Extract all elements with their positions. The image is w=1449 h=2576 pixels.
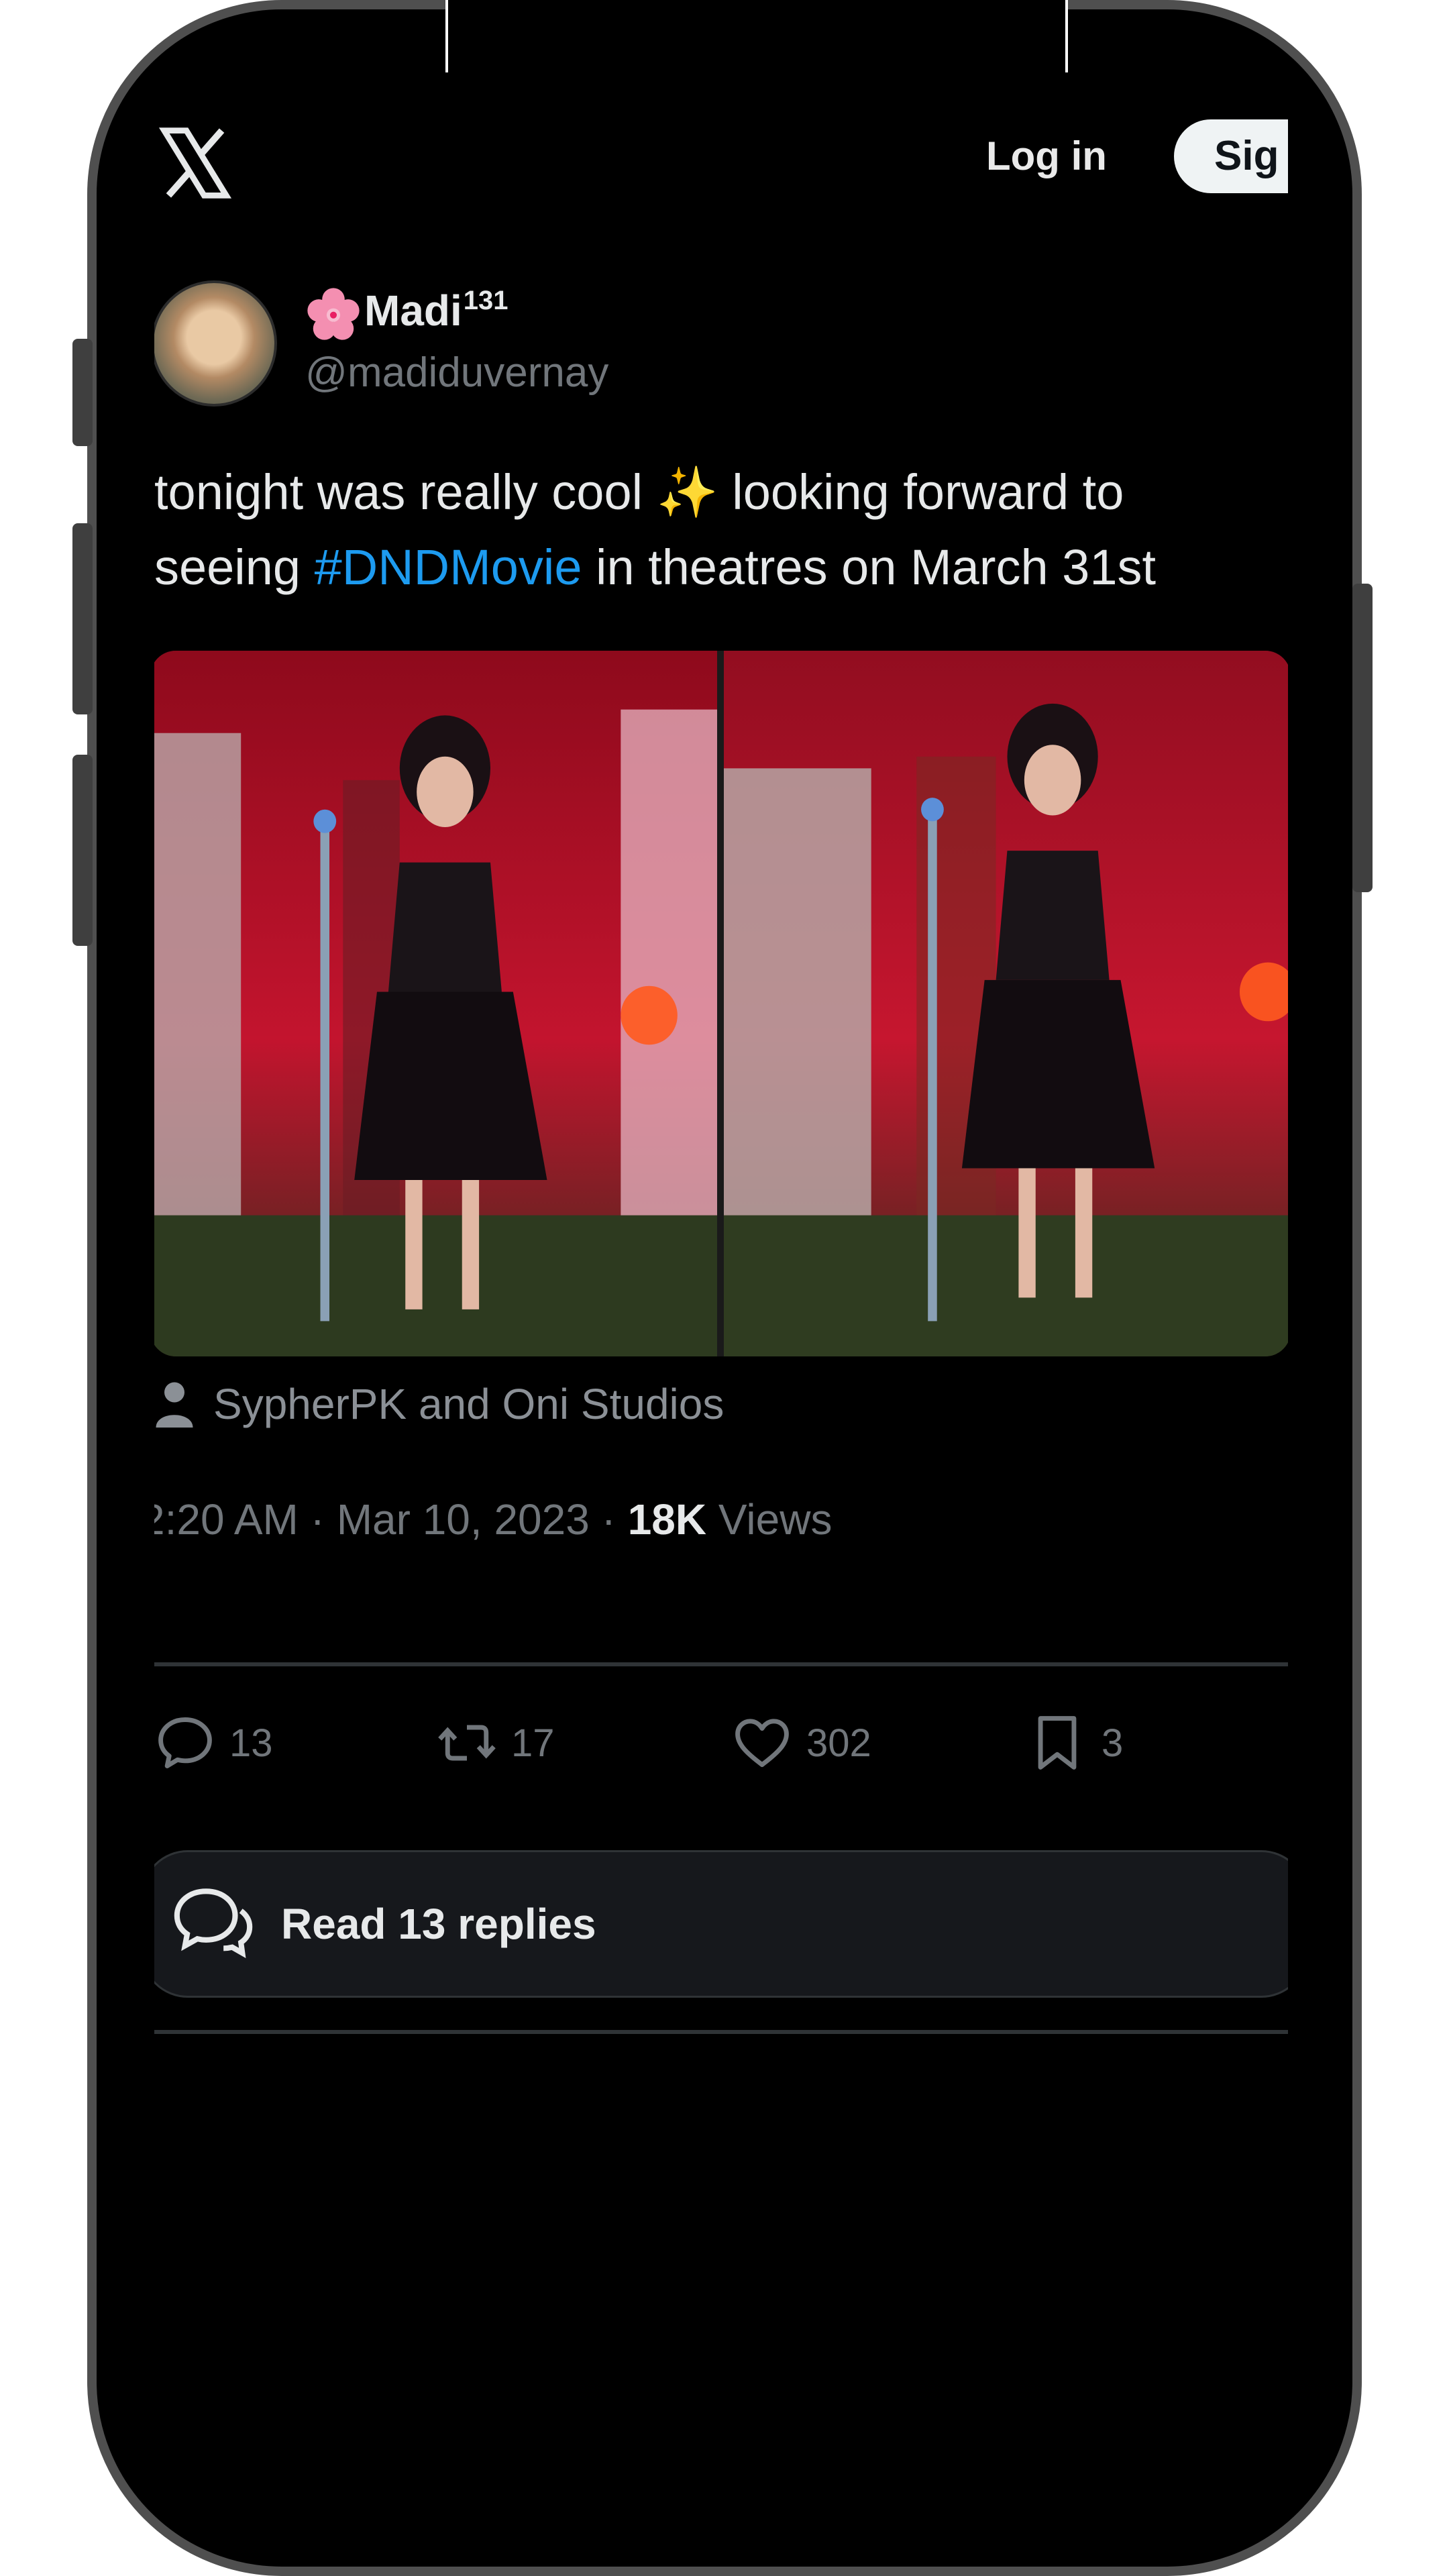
divider [154, 2030, 1288, 2034]
hashtag-link[interactable]: #DNDMovie [315, 539, 582, 595]
power-button [1352, 584, 1373, 892]
tweet-text-fragment: tonight was really cool [154, 464, 657, 520]
sparkles-icon: ✨ [656, 464, 718, 520]
retweet-count: 17 [511, 1721, 555, 1765]
cherry-blossom-icon [307, 288, 360, 340]
retweet-icon [438, 1725, 496, 1761]
silent-switch [72, 339, 93, 446]
person-icon [156, 1382, 193, 1428]
tweet-text-fragment: looking forward to [718, 464, 1124, 520]
views-label: Views [718, 1495, 833, 1544]
bookmark-count: 3 [1102, 1721, 1124, 1765]
like-button[interactable]: 302 [731, 1712, 871, 1774]
author-display-name: Madi [364, 286, 462, 335]
divider [154, 1662, 1288, 1666]
retweet-button[interactable]: 17 [436, 1712, 555, 1774]
signup-button[interactable]: Sig [1174, 119, 1288, 193]
volume-up-button [72, 523, 93, 714]
tweet-text-fragment: seeing [154, 539, 315, 595]
reply-button[interactable]: 13 [154, 1712, 273, 1774]
reply-bubbles-icon [174, 1888, 253, 1958]
volume-down-button [72, 755, 93, 946]
read-replies-label: Read 13 replies [281, 1900, 596, 1948]
app-screen: Log in Sig Madi 131 @madiduvernay tonigh… [154, 72, 1288, 2454]
meta-separator: · [310, 1495, 325, 1544]
meta-separator: · [601, 1495, 616, 1544]
avatar[interactable] [154, 280, 277, 407]
tweet-text-line-2: seeing #DNDMovie in theatres on March 31… [154, 530, 1288, 605]
tweet-photo-2[interactable] [724, 651, 1288, 1356]
tweet-actions: 13 17 302 3 [154, 1703, 1288, 1783]
tweet-time[interactable]: 2:20 AM [154, 1495, 299, 1544]
reply-icon [158, 1717, 212, 1768]
bookmark-button[interactable]: 3 [1026, 1712, 1123, 1774]
read-replies-button[interactable]: Read 13 replies [154, 1850, 1288, 1998]
tweet-date[interactable]: Mar 10, 2023 [337, 1495, 590, 1544]
tweet-photo-1[interactable] [154, 651, 717, 1356]
x-logo-icon[interactable] [158, 126, 232, 200]
like-count: 302 [806, 1721, 871, 1765]
reply-count: 13 [229, 1721, 273, 1765]
tagged-people[interactable]: SypherPK and Oni Studios [154, 1379, 724, 1429]
author-handle[interactable]: @madiduvernay [305, 349, 608, 396]
bookmark-icon [1038, 1716, 1077, 1770]
author-name[interactable]: Madi 131 [305, 286, 508, 342]
tweet-text: tonight was really cool ✨ looking forwar… [154, 455, 1288, 605]
tagged-people-label: SypherPK and Oni Studios [213, 1380, 724, 1428]
author-superscript: 131 [463, 286, 508, 315]
views-count: 18K [627, 1495, 707, 1544]
tweet-text-fragment: in theatres on March 31st [582, 539, 1157, 595]
heart-icon [735, 1719, 789, 1768]
tweet-text-line-1: tonight was really cool ✨ looking forwar… [154, 455, 1288, 530]
tweet-meta: 2:20 AM · Mar 10, 2023 · 18K Views [154, 1495, 832, 1544]
login-link[interactable]: Log in [986, 133, 1107, 179]
tweet-media-grid [154, 651, 1288, 1356]
